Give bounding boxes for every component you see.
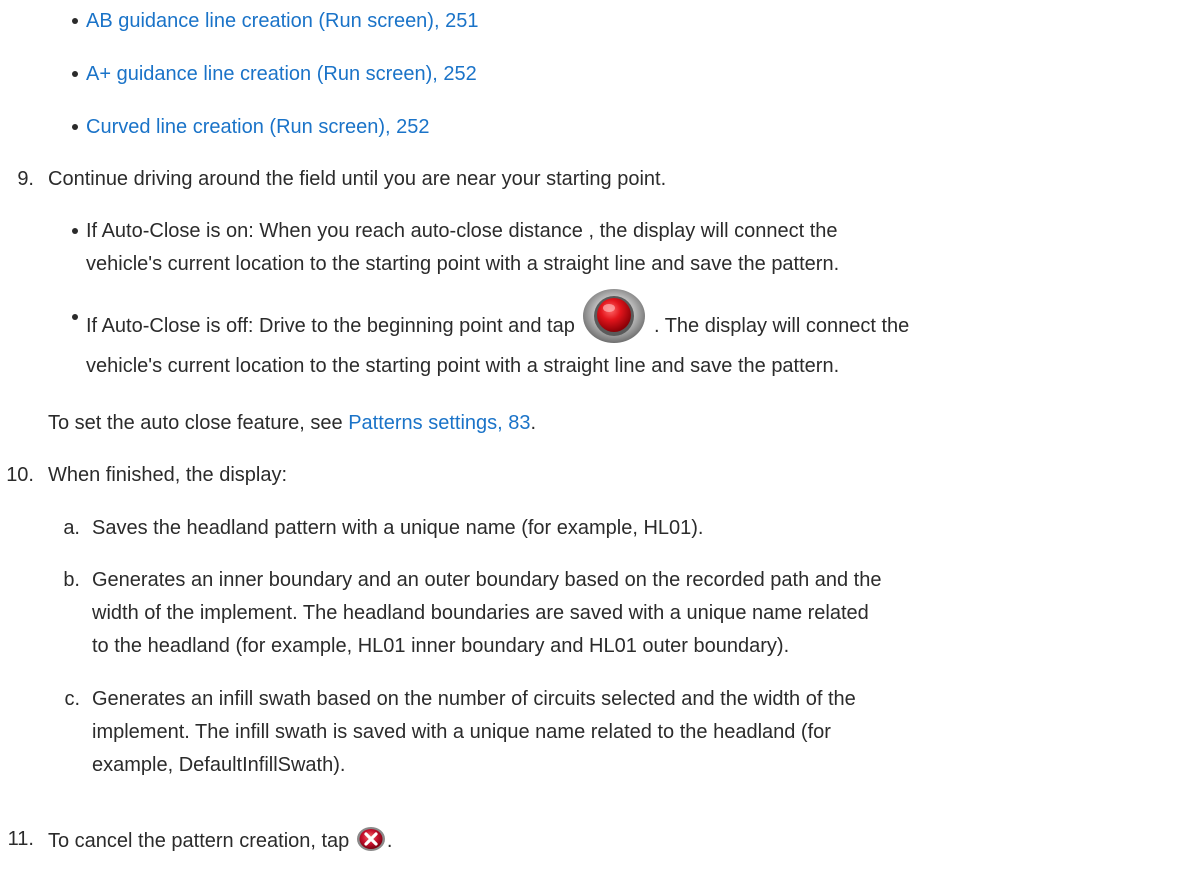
auto-close-off-text-b: . The display will connect the <box>653 315 910 337</box>
step-number: 11. <box>7 828 34 850</box>
step-number: 9. <box>17 168 34 190</box>
cancel-text-a: To cancel the pattern creation, tap <box>48 830 350 852</box>
link-patterns-settings[interactable]: Patterns settings, 83 <box>348 412 530 434</box>
substep-text: Saves the headland pattern with a unique… <box>92 517 704 539</box>
cancel-x-icon <box>356 827 385 851</box>
link-ab-guidance[interactable]: AB guidance line creation (Run screen), … <box>86 8 478 34</box>
auto-close-off-text-a: If Auto-Close is off: Drive to the begin… <box>86 315 575 337</box>
note-prefix: To set the auto close feature, see <box>48 412 349 434</box>
document-page: AB guidance line creation (Run screen), … <box>0 0 1198 870</box>
step-number: 10. <box>6 464 34 486</box>
substep-text-cont: to the headland (for example, HL01 inner… <box>92 635 790 657</box>
substep-label: b. <box>63 569 80 591</box>
link-aplus-guidance[interactable]: A+ guidance line creation (Run screen), … <box>86 61 477 87</box>
substep-label: c. <box>64 688 80 710</box>
record-button-icon <box>583 289 646 343</box>
cancel-text-b: . <box>386 830 393 852</box>
auto-close-off-text: If Auto-Close is off: Drive to the begin… <box>86 288 909 352</box>
step-text: When finished, the display: <box>48 464 288 486</box>
auto-close-note: To set the auto close feature, see Patte… <box>48 410 536 436</box>
substep-text: Generates an inner boundary and an outer… <box>92 569 882 591</box>
bullet <box>72 124 78 130</box>
bullet <box>72 18 78 24</box>
auto-close-on-text-cont: vehicle's current location to the starti… <box>86 253 840 275</box>
substep-label: a. <box>63 517 80 539</box>
substep-text: Generates an infill swath based on the n… <box>92 688 856 710</box>
auto-close-off-text-cont: vehicle's current location to the starti… <box>86 355 840 377</box>
substep-text-cont: example, DefaultInfillSwath). <box>92 754 346 776</box>
substep-text-cont: width of the implement. The headland bou… <box>92 602 869 624</box>
step-text: Continue driving around the field until … <box>48 168 667 190</box>
step-text: To cancel the pattern creation, tap . <box>48 826 392 854</box>
bullet <box>72 71 78 77</box>
link-curved-line[interactable]: Curved line creation (Run screen), 252 <box>86 114 430 140</box>
bullet <box>72 314 78 320</box>
auto-close-on-text: If Auto-Close is on: When you reach auto… <box>86 220 838 242</box>
note-suffix: . <box>530 412 537 434</box>
bullet <box>72 228 78 234</box>
substep-text-cont: implement. The infill swath is saved wit… <box>92 721 831 743</box>
